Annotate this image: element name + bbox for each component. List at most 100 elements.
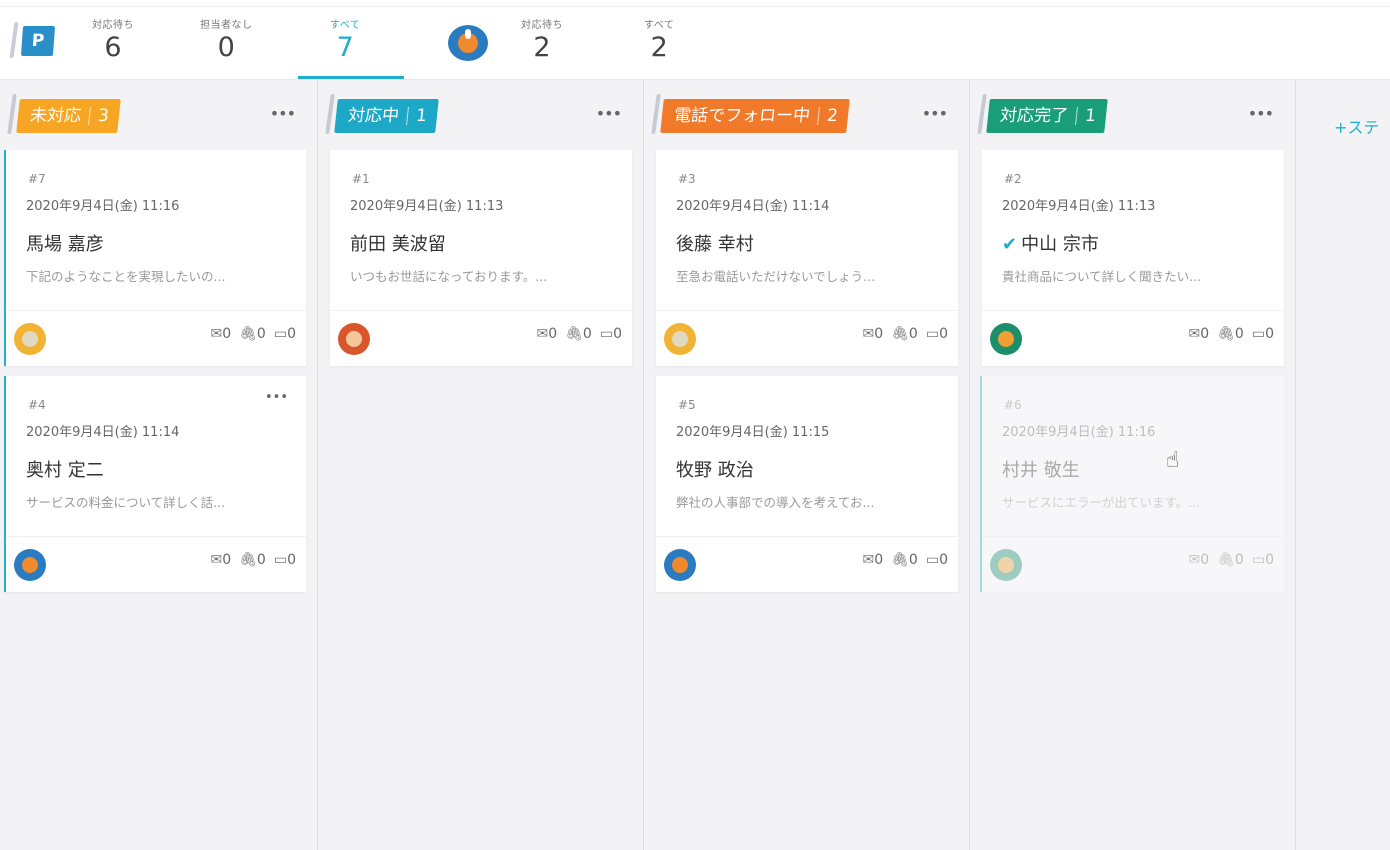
column-menu-icon[interactable]: ••• bbox=[270, 104, 296, 123]
status-count: 1 bbox=[1083, 106, 1097, 126]
stat-label: 対応待ち bbox=[92, 20, 134, 31]
card-menu-icon[interactable]: ••• bbox=[265, 390, 288, 405]
stat-waiting[interactable]: 対応待ち 6 bbox=[92, 16, 134, 63]
comment-icon: ▭ bbox=[273, 326, 288, 342]
project-badge[interactable]: P bbox=[20, 26, 56, 56]
card-footer: ✉0 🖇0 ▭0 bbox=[982, 536, 1284, 592]
stat-all[interactable]: すべて 7 bbox=[330, 16, 360, 63]
attachment-icon: 🖇 bbox=[239, 552, 257, 568]
column-menu-icon[interactable]: ••• bbox=[596, 104, 622, 123]
avatar-fill bbox=[998, 557, 1014, 573]
user-avatar[interactable] bbox=[448, 25, 488, 61]
comment-icon: ▭ bbox=[273, 552, 288, 568]
avatar-fill bbox=[22, 557, 38, 573]
mail-icon: ✉ bbox=[862, 326, 875, 342]
ticket-snippet: 至急お電話いただけないでしょう... bbox=[676, 269, 876, 284]
stat-label: 対応待ち bbox=[521, 20, 563, 31]
avatar-fill bbox=[998, 331, 1014, 347]
comment-count: 0 bbox=[939, 326, 948, 342]
comment-icon: ▭ bbox=[925, 552, 940, 568]
assignee-avatar[interactable] bbox=[338, 323, 370, 355]
mail-icon: ✉ bbox=[210, 326, 223, 342]
assignee-avatar[interactable] bbox=[664, 549, 696, 581]
user-stat-all[interactable]: すべて 2 bbox=[644, 16, 674, 63]
column-menu-icon[interactable]: ••• bbox=[922, 104, 948, 123]
attachment-icon: 🖇 bbox=[891, 326, 909, 342]
status-tag[interactable]: 対応完了 1 bbox=[986, 99, 1108, 133]
ticket-card[interactable]: #7 2020年9月4日(金) 11:16 馬場 嘉彦 下記のようなことを実現し… bbox=[4, 150, 306, 366]
status-tag[interactable]: 電話でフォロー中 2 bbox=[660, 99, 850, 133]
top-bar: P 対応待ち 6 担当者なし 0 すべて 7 対応待ち 2 すべて 2 bbox=[0, 0, 1390, 80]
column-menu-icon[interactable]: ••• bbox=[1248, 104, 1274, 123]
stat-value: 2 bbox=[650, 32, 668, 63]
status-title: 対応中 bbox=[346, 106, 401, 126]
column-header: 未対応 3 ••• bbox=[0, 90, 317, 134]
attachment-count: 0 bbox=[1234, 326, 1244, 342]
attachment-count: 0 bbox=[908, 552, 918, 568]
column-phone-follow: 電話でフォロー中 2 ••• #3 2020年9月4日(金) 11:14 後藤 … bbox=[644, 80, 970, 850]
card-footer: ✉0 🖇0 ▭0 bbox=[6, 536, 306, 592]
assignee-avatar[interactable] bbox=[990, 549, 1022, 581]
project-marker bbox=[9, 22, 19, 58]
ticket-card[interactable]: ••• #4 2020年9月4日(金) 11:14 奥村 定二 サービスの料金に… bbox=[4, 376, 306, 592]
assignee-avatar[interactable] bbox=[14, 549, 46, 581]
status-tag[interactable]: 対応中 1 bbox=[334, 99, 439, 133]
ticket-card[interactable]: #1 2020年9月4日(金) 11:13 前田 美波留 いつもお世話になってお… bbox=[330, 150, 632, 366]
card-stats: ✉0 🖇0 ▭0 bbox=[210, 552, 296, 568]
ticket-snippet: いつもお世話になっております。... bbox=[350, 269, 548, 284]
tag-separator bbox=[88, 107, 91, 125]
add-status-button[interactable]: +ステ bbox=[1334, 114, 1379, 138]
ticket-customer-name: 後藤 幸村 bbox=[676, 234, 754, 255]
mail-count: 0 bbox=[874, 326, 884, 342]
assignee-avatar[interactable] bbox=[14, 323, 46, 355]
assignee-avatar[interactable] bbox=[664, 323, 696, 355]
column-marker bbox=[7, 94, 17, 134]
mail-count: 0 bbox=[222, 326, 232, 342]
tag-separator bbox=[406, 107, 409, 125]
mail-icon: ✉ bbox=[862, 552, 875, 568]
comment-count: 0 bbox=[613, 326, 622, 342]
ticket-card[interactable]: #5 2020年9月4日(金) 11:15 牧野 政治 弊社の人事部での導入を考… bbox=[656, 376, 958, 592]
attachment-count: 0 bbox=[256, 326, 266, 342]
avatar-fill bbox=[465, 29, 471, 39]
attachment-icon: 🖇 bbox=[239, 326, 257, 342]
ticket-card[interactable]: #2 2020年9月4日(金) 11:13 ✔ 中山 宗市 貴社商品について詳しく… bbox=[982, 150, 1284, 366]
user-stat-waiting[interactable]: 対応待ち 2 bbox=[521, 16, 563, 63]
ticket-customer-name-row: ✔ 中山 宗市 bbox=[1002, 230, 1099, 256]
ticket-snippet: 弊社の人事部での導入を考えてお... bbox=[676, 495, 875, 510]
tag-separator bbox=[817, 107, 820, 125]
stat-unassigned[interactable]: 担当者なし 0 bbox=[200, 16, 253, 63]
attachment-count: 0 bbox=[256, 552, 266, 568]
comment-icon: ▭ bbox=[925, 326, 940, 342]
column-unhandled: 未対応 3 ••• #7 2020年9月4日(金) 11:16 馬場 嘉彦 下記… bbox=[0, 80, 318, 850]
comment-count: 0 bbox=[287, 552, 296, 568]
status-tag[interactable]: 未対応 3 bbox=[16, 99, 121, 133]
stat-label: すべて bbox=[330, 20, 361, 31]
column-marker bbox=[977, 94, 987, 134]
card-stats: ✉0 🖇0 ▭0 bbox=[536, 326, 622, 342]
ticket-number: #6 bbox=[1004, 398, 1022, 412]
ticket-date: 2020年9月4日(金) 11:16 bbox=[26, 199, 180, 214]
mail-count: 0 bbox=[222, 552, 232, 568]
ticket-snippet: 下記のようなことを実現したいの... bbox=[26, 269, 226, 284]
column-completed: 対応完了 1 ••• #2 2020年9月4日(金) 11:13 ✔ 中山 宗市 … bbox=[970, 80, 1296, 850]
ticket-card[interactable]: #3 2020年9月4日(金) 11:14 後藤 幸村 至急お電話いただけないで… bbox=[656, 150, 958, 366]
column-header: 対応中 1 ••• bbox=[318, 90, 643, 134]
avatar-fill bbox=[672, 557, 688, 573]
assignee-avatar[interactable] bbox=[990, 323, 1022, 355]
mail-icon: ✉ bbox=[210, 552, 223, 568]
attachment-icon: 🖇 bbox=[565, 326, 583, 342]
ticket-snippet: サービスの料金について詳しく話... bbox=[26, 495, 226, 510]
active-tab-underline bbox=[298, 76, 404, 79]
comment-icon: ▭ bbox=[1251, 326, 1266, 342]
attachment-count: 0 bbox=[582, 326, 592, 342]
status-title: 未対応 bbox=[28, 106, 83, 126]
ticket-date: 2020年9月4日(金) 11:14 bbox=[26, 425, 180, 440]
comment-count: 0 bbox=[1265, 326, 1274, 342]
card-stats: ✉0 🖇0 ▭0 bbox=[862, 552, 948, 568]
ticket-card-dragging[interactable]: #6 2020年9月4日(金) 11:16 村井 敬生 サービスにエラーが出てい… bbox=[980, 376, 1284, 592]
ticket-number: #7 bbox=[28, 172, 46, 186]
ticket-customer-name: 中山 宗市 bbox=[1021, 234, 1099, 255]
mail-count: 0 bbox=[1200, 552, 1210, 568]
stat-value: 2 bbox=[533, 32, 551, 63]
